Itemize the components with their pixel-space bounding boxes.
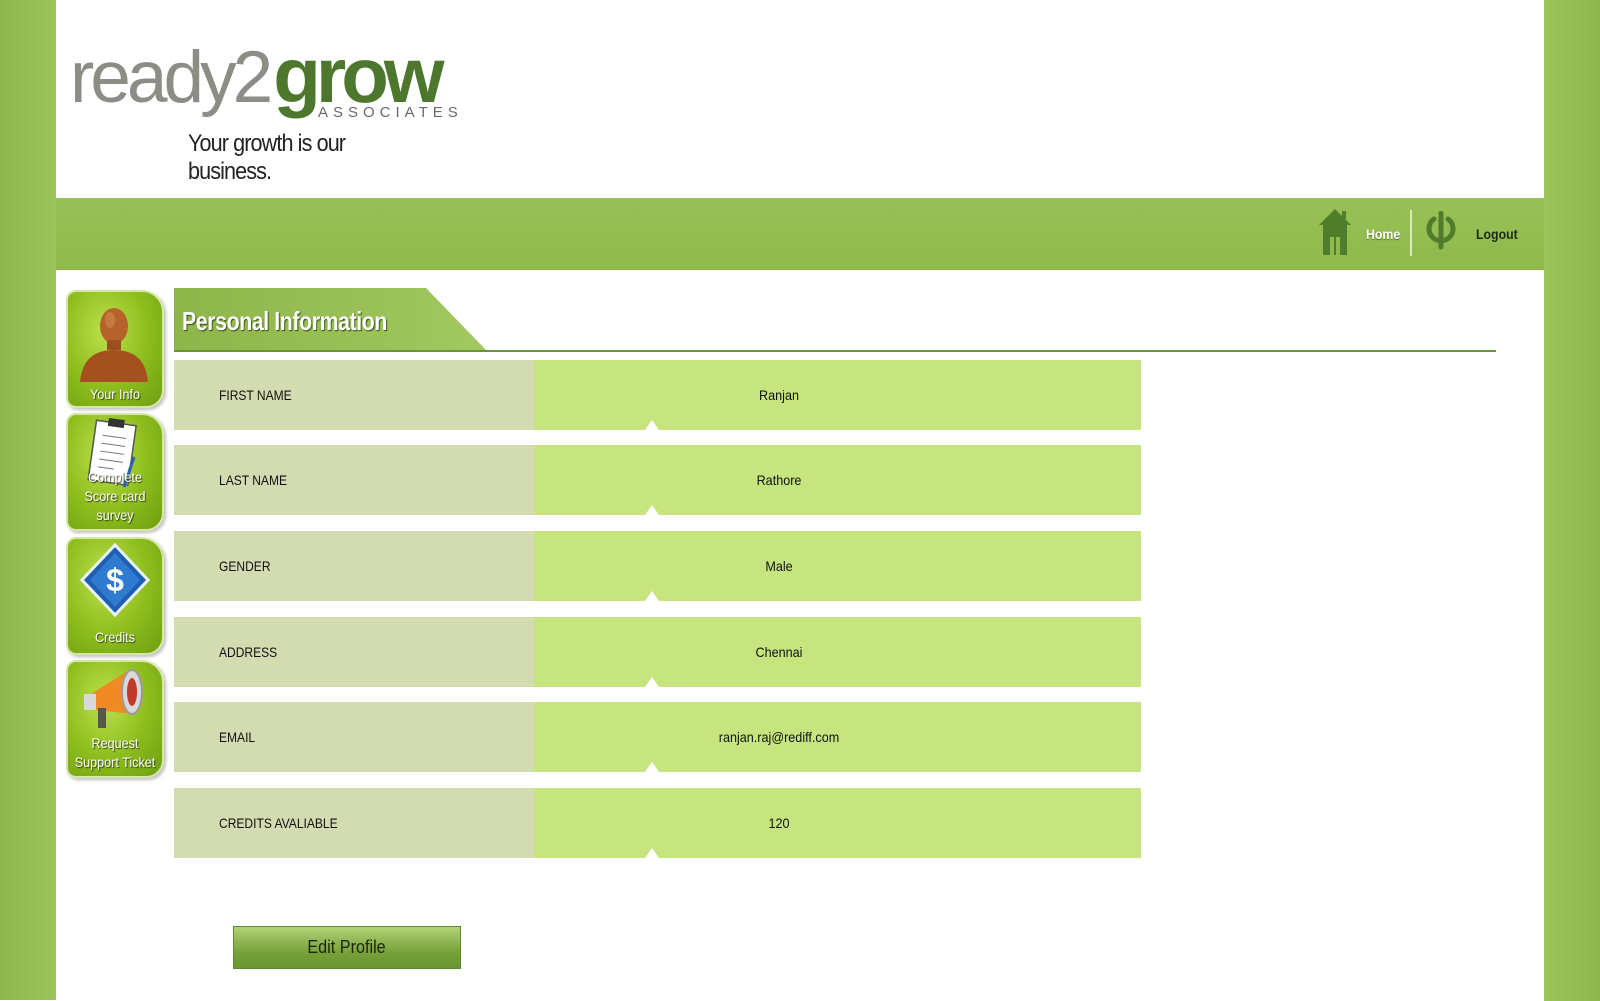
field-value: ranjan.raj@rediff.com xyxy=(718,729,840,745)
field-label: GENDER xyxy=(219,558,271,574)
field-label-cell: GENDER xyxy=(174,531,534,601)
row-notch xyxy=(645,505,659,515)
logo-tagline: Your growth is our business. xyxy=(188,130,346,185)
row-notch xyxy=(645,420,659,430)
field-label: CREDITS AVALIABLE xyxy=(219,815,338,831)
profile-row-last-name: LAST NAME Rathore xyxy=(174,445,1141,515)
field-value: Ranjan xyxy=(759,387,799,403)
profile-row-address: ADDRESS Chennai xyxy=(174,617,1141,687)
row-notch xyxy=(645,677,659,687)
logo-ready: ready2 xyxy=(70,37,273,118)
field-value-cell: Male xyxy=(534,531,1141,601)
sidebar-item-credits[interactable]: $ Credits xyxy=(66,537,164,655)
field-label: FIRST NAME xyxy=(219,387,292,403)
section-divider xyxy=(174,350,1496,352)
logout-link[interactable]: Logout xyxy=(1424,208,1523,260)
field-label-cell: CREDITS AVALIABLE xyxy=(174,788,534,858)
dollar-icon: $ xyxy=(79,542,151,622)
field-label-cell: LAST NAME xyxy=(174,445,534,515)
sidebar-item-label: Credits xyxy=(95,629,135,645)
home-label: Home xyxy=(1366,226,1401,242)
field-value-cell: 120 xyxy=(534,788,1141,858)
svg-text:$: $ xyxy=(106,562,124,598)
sidebar-item-label: Complete Score card survey xyxy=(84,469,146,523)
field-label: ADDRESS xyxy=(219,644,278,660)
sidebar-item-label: Request Support Ticket xyxy=(74,735,156,770)
edit-profile-button[interactable]: Edit Profile xyxy=(233,926,461,969)
field-value-cell: Ranjan xyxy=(534,360,1141,430)
field-value: Rathore xyxy=(756,472,802,488)
sidebar-item-score-card-survey[interactable]: Complete Score card survey xyxy=(66,413,164,531)
logo-associates: ASSOCIATES xyxy=(318,104,463,121)
sidebar-item-your-info[interactable]: Your Info xyxy=(66,290,164,408)
profile-row-gender: GENDER Male xyxy=(174,531,1141,601)
sidebar-item-label: Your Info xyxy=(90,386,140,402)
field-value-cell: Rathore xyxy=(534,445,1141,515)
logo[interactable]: ready2 grow ASSOCIATES Your growth is ou… xyxy=(70,30,458,185)
profile-row-credits: CREDITS AVALIABLE 120 xyxy=(174,788,1141,858)
nav-divider xyxy=(1410,210,1412,256)
row-notch xyxy=(645,591,659,601)
field-label-cell: ADDRESS xyxy=(174,617,534,687)
page: ready2 grow ASSOCIATES Your growth is ou… xyxy=(56,0,1544,1001)
profile-row-email: EMAIL ranjan.raj@rediff.com xyxy=(174,702,1141,772)
person-icon xyxy=(74,300,154,387)
profile-row-first-name: FIRST NAME Ranjan xyxy=(174,360,1141,430)
edit-profile-label: Edit Profile xyxy=(307,937,387,957)
page-title: Personal Information xyxy=(182,306,388,336)
home-link[interactable]: Home xyxy=(1318,208,1405,260)
field-label: EMAIL xyxy=(219,729,256,745)
field-label: LAST NAME xyxy=(219,472,288,488)
megaphone-icon xyxy=(82,666,152,737)
field-value-cell: Chennai xyxy=(534,617,1141,687)
field-value: Male xyxy=(765,558,793,574)
sidebar-item-support-ticket[interactable]: Request Support Ticket xyxy=(66,660,164,778)
field-label-cell: EMAIL xyxy=(174,702,534,772)
logo-grow: grow xyxy=(273,31,444,119)
field-value-cell: ranjan.raj@rediff.com xyxy=(534,702,1141,772)
row-notch xyxy=(645,848,659,858)
house-icon xyxy=(1318,207,1352,262)
top-nav-bar: Home Logout xyxy=(56,198,1544,270)
row-notch xyxy=(645,762,659,772)
power-icon xyxy=(1426,210,1456,258)
logout-label: Logout xyxy=(1476,226,1518,242)
field-value: Chennai xyxy=(755,644,803,660)
field-value: 120 xyxy=(768,815,790,831)
field-label-cell: FIRST NAME xyxy=(174,360,534,430)
